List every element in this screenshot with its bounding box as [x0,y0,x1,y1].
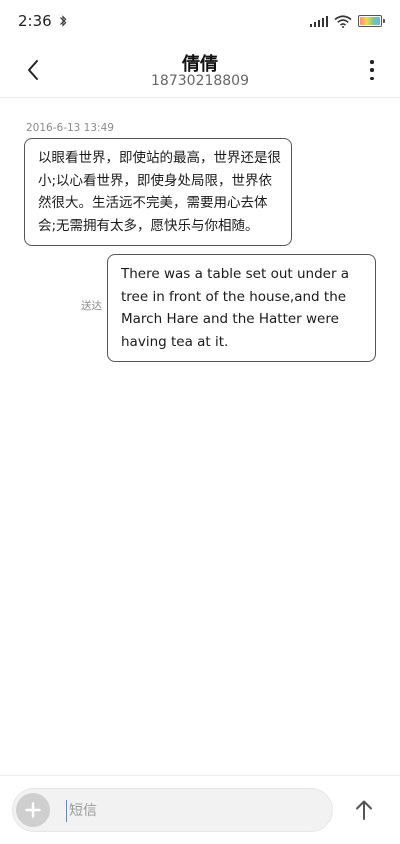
bluetooth-icon [59,15,67,27]
add-attachment-button[interactable] [16,793,50,827]
battery-icon [358,15,385,27]
incoming-message-bubble[interactable]: 以眼看世界，即使站的最高，世界还是很小;以心看世界，即使身处局限，世界依然很大。… [24,138,292,246]
contact-number: 18730218809 [151,73,249,89]
send-button[interactable] [352,796,376,824]
status-bar: 2:36 [0,0,400,42]
status-time: 2:36 [18,12,52,30]
message-timestamp: 2016-6-13 13:49 [26,122,114,134]
conversation-header: 倩倩 18730218809 [0,42,400,98]
more-options-button[interactable] [366,58,378,82]
compose-bar: 短信 [0,775,400,844]
battery-fill [360,17,380,25]
signal-icon [309,15,328,27]
wifi-icon [334,14,352,28]
delivery-status: 送达 [81,300,102,312]
more-vertical-icon [370,60,374,64]
messaging-screen: 2:36 倩倩 18730218809 2016-6-13 13:49 以眼看世… [0,0,400,844]
message-input[interactable]: 短信 [66,800,316,822]
outgoing-message-bubble[interactable]: There was a table set out under a tree i… [107,254,376,362]
arrow-up-icon [356,800,372,820]
status-icons [309,14,385,28]
plus-icon [25,802,41,818]
